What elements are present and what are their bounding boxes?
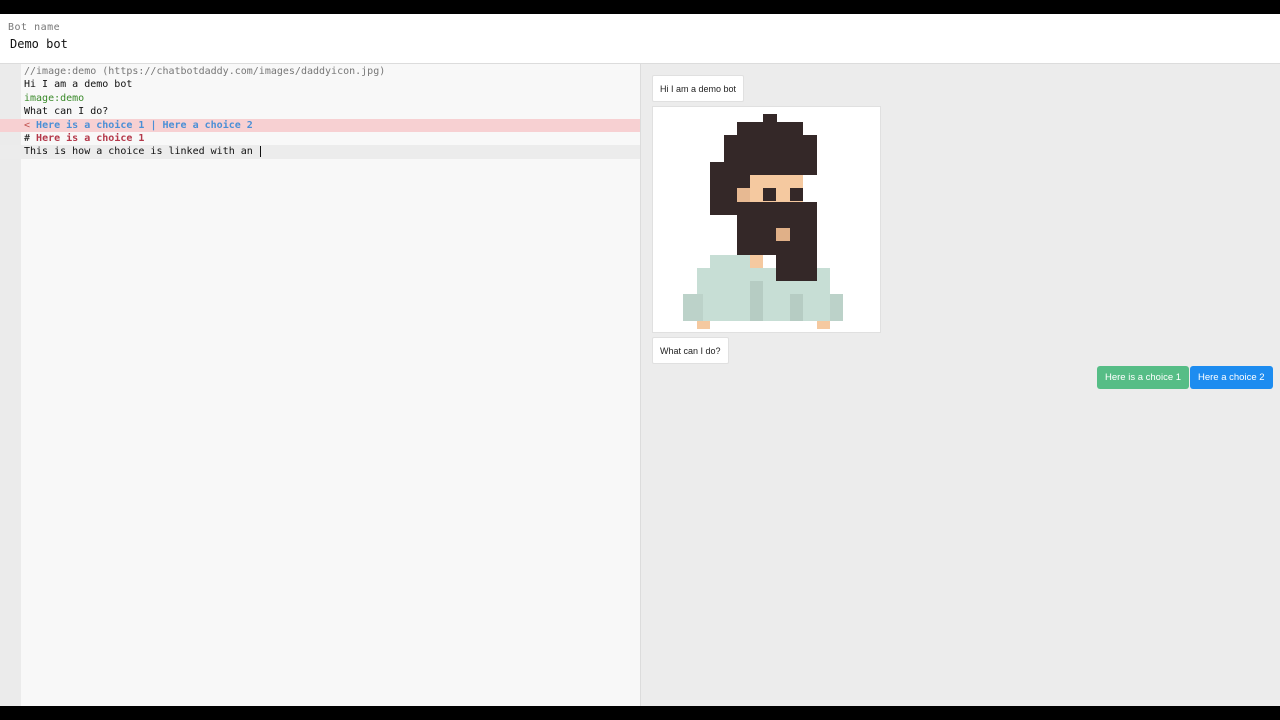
bot-message-bubble: What can I do? bbox=[652, 337, 729, 364]
top-letterbox bbox=[0, 0, 1280, 14]
message-text: What can I do? bbox=[24, 106, 109, 118]
text-cursor bbox=[259, 145, 261, 157]
bot-name-label: Bot name bbox=[8, 22, 61, 33]
message-text: Hi I am a demo bot bbox=[660, 84, 737, 94]
anchor-text: Here is a choice 1 bbox=[36, 132, 145, 144]
bottom-letterbox bbox=[0, 706, 1280, 720]
anchor-prefix: # bbox=[24, 132, 37, 144]
bot-image-message bbox=[652, 106, 881, 333]
comment-text: //image:demo (https://chatbotdaddy.com/i… bbox=[24, 66, 386, 77]
editor-line-choices[interactable]: < Here is a choice 1 | Here a choice 2 bbox=[0, 118, 640, 132]
editor-line-active[interactable]: This is how a choice is linked with an bbox=[0, 145, 640, 159]
script-editor[interactable]: //image:demo (https://chatbotdaddy.com/i… bbox=[0, 64, 641, 706]
choice-1-button[interactable]: Here is a choice 1 bbox=[1097, 366, 1190, 389]
editor-line-anchor[interactable]: # Here is a choice 1 bbox=[0, 132, 640, 145]
editor-line[interactable]: Hi I am a demo bot bbox=[0, 78, 640, 91]
bot-message-bubble: Hi I am a demo bot bbox=[652, 75, 745, 102]
image-directive-text: image:demo bbox=[24, 92, 85, 104]
bot-name-header: Bot name bbox=[0, 14, 1280, 64]
editor-code[interactable]: //image:demo (https://chatbotdaddy.com/i… bbox=[0, 65, 640, 159]
message-text: What can I do? bbox=[660, 346, 721, 356]
choice-prefix: < bbox=[24, 119, 37, 131]
choice-2-text: Here a choice 2 bbox=[162, 119, 253, 131]
choice-1-text: Here is a choice 1 bbox=[36, 119, 145, 131]
editor-line[interactable]: What can I do? bbox=[0, 105, 640, 118]
editor-gutter bbox=[0, 64, 21, 706]
editor-line[interactable]: //image:demo (https://chatbotdaddy.com/i… bbox=[0, 65, 640, 78]
bearded-man-avatar-image bbox=[683, 114, 843, 329]
message-text: This is how a choice is linked with an bbox=[24, 146, 259, 158]
choice-separator: | bbox=[144, 119, 163, 131]
bot-name-input[interactable] bbox=[10, 37, 410, 51]
editor-line[interactable]: image:demo bbox=[0, 92, 640, 105]
message-text: Hi I am a demo bot bbox=[24, 79, 133, 91]
chat-preview: Hi I am a demo bot What can I do? Here i… bbox=[641, 64, 1280, 706]
choice-2-button[interactable]: Here a choice 2 bbox=[1190, 366, 1273, 389]
